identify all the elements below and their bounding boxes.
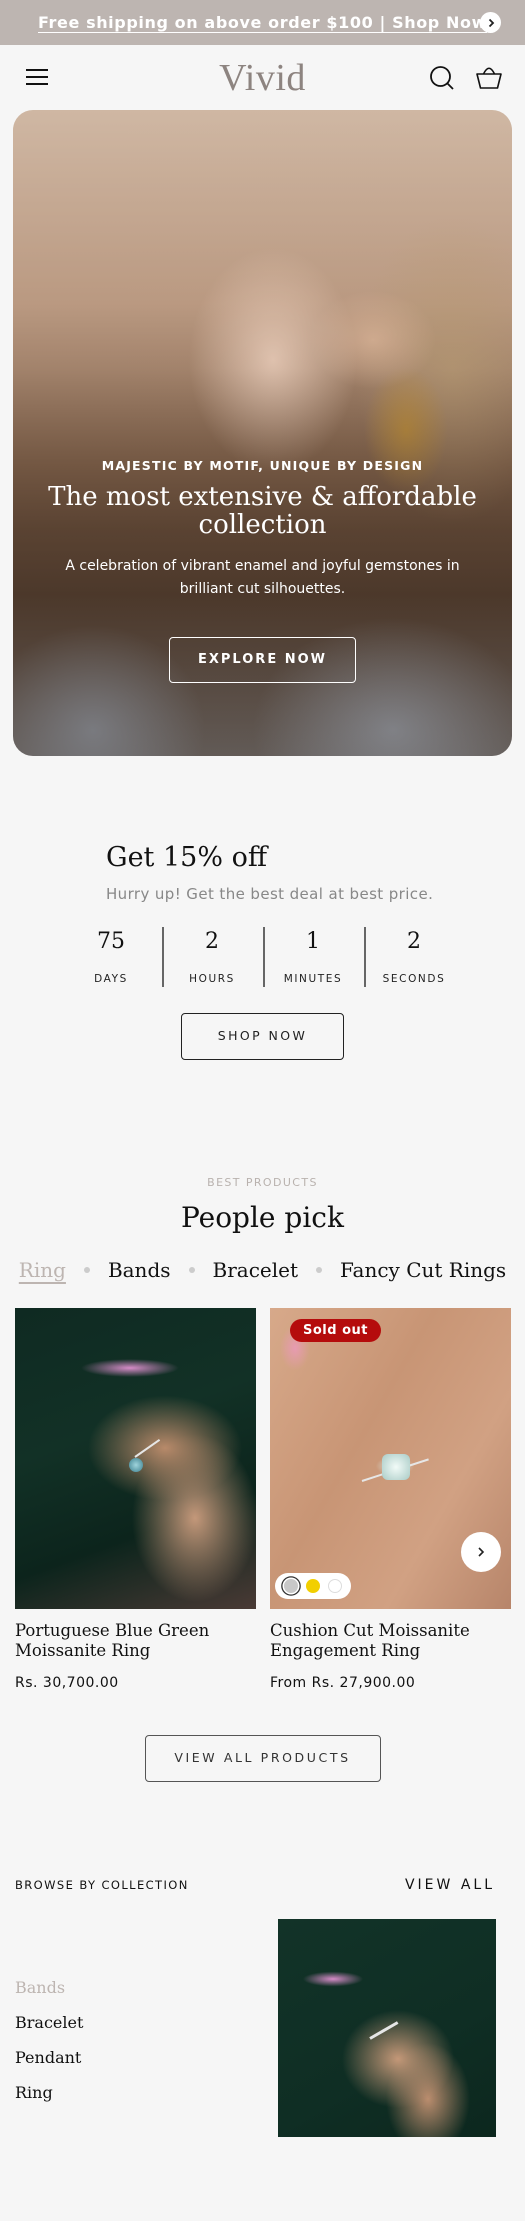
browse-header: BROWSE BY COLLECTION VIEW ALL — [0, 1877, 525, 1893]
ring-gem — [129, 1458, 143, 1472]
color-swatches — [275, 1573, 351, 1599]
collection-item-bands[interactable]: Bands — [15, 1970, 83, 2005]
product-image[interactable]: Sold out — [270, 1308, 511, 1609]
product-price: From Rs. 27,900.00 — [270, 1675, 416, 1691]
collection-item-pendant[interactable]: Pendant — [15, 2040, 83, 2075]
chevron-right-icon — [478, 1547, 485, 1557]
cart-button[interactable] — [475, 63, 503, 96]
announcement-bar: Free shipping on above order $100 | Shop… — [0, 0, 525, 45]
countdown-label: SECONDS — [382, 973, 446, 985]
countdown-value: 1 — [306, 929, 320, 954]
tab-separator — [316, 1267, 323, 1273]
countdown-hours: 2 HOURS — [161, 927, 263, 987]
tab-separator — [188, 1267, 195, 1273]
tab-ring[interactable]: Ring — [19, 1258, 66, 1282]
ring-band — [369, 2021, 399, 2040]
swatch-gold[interactable] — [306, 1579, 320, 1593]
collection-list: Bands Bracelet Pendant Ring — [15, 1970, 83, 2110]
collection-item-ring[interactable]: Ring — [15, 2075, 83, 2110]
product-card[interactable]: Sold out Cushion Cut Moissanite Engageme… — [270, 1308, 511, 1691]
hamburger-icon — [26, 69, 48, 71]
section-title: People pick — [181, 1201, 344, 1234]
tab-fancy-cut-rings[interactable]: Fancy Cut Rings — [340, 1258, 506, 1282]
countdown-timer: 75 DAYS 2 HOURS 1 MINUTES 2 SECONDS — [0, 927, 525, 987]
browse-view-all-link[interactable]: VIEW ALL — [405, 1877, 495, 1893]
swatch-silver[interactable] — [284, 1579, 298, 1593]
hero-title: The most extensive & affordable collecti… — [48, 482, 477, 540]
countdown-label: DAYS — [94, 973, 128, 985]
collection-image[interactable] — [278, 1919, 496, 2137]
hero-banner: MAJESTIC BY MOTIF, UNIQUE BY DESIGN The … — [13, 110, 512, 756]
ring-gem — [382, 1454, 410, 1480]
menu-button[interactable] — [26, 69, 48, 85]
browse-collection-section: BROWSE BY COLLECTION VIEW ALL Bands Brac… — [0, 1877, 525, 2147]
countdown-seconds: 2 SECONDS — [363, 927, 465, 987]
browse-title: BROWSE BY COLLECTION — [15, 1878, 189, 1892]
product-name[interactable]: Cushion Cut Moissanite Engagement Ring — [270, 1621, 511, 1661]
product-image[interactable] — [15, 1308, 256, 1609]
product-name[interactable]: Portuguese Blue Green Moissanite Ring — [15, 1621, 256, 1661]
section-kicker: BEST PRODUCTS — [207, 1176, 318, 1189]
tab-bracelet[interactable]: Bracelet — [213, 1258, 299, 1282]
promo-subtitle: Hurry up! Get the best deal at best pric… — [106, 885, 434, 903]
announcement-next-button[interactable] — [480, 12, 501, 33]
collection-item-bracelet[interactable]: Bracelet — [15, 2005, 83, 2040]
search-button[interactable] — [429, 65, 455, 96]
countdown-days: 75 DAYS — [61, 927, 162, 987]
chevron-right-icon — [488, 18, 494, 27]
ring-band — [134, 1438, 161, 1458]
countdown-minutes: 1 MINUTES — [262, 927, 364, 987]
logo[interactable]: Vivid — [219, 56, 306, 100]
view-all-products-button[interactable]: VIEW ALL PRODUCTS — [144, 1735, 381, 1782]
hero-kicker: MAJESTIC BY MOTIF, UNIQUE BY DESIGN — [101, 458, 424, 473]
site-header: Vivid — [0, 45, 525, 110]
swatch-white[interactable] — [328, 1579, 342, 1593]
best-products-section: BEST PRODUCTS People pick Ring Bands Bra… — [0, 1060, 525, 1282]
countdown-label: MINUTES — [283, 973, 343, 985]
search-icon — [430, 66, 454, 90]
countdown-value: 75 — [97, 929, 125, 954]
hero-description: A celebration of vibrant enamel and joyf… — [65, 558, 460, 597]
hero-content: MAJESTIC BY MOTIF, UNIQUE BY DESIGN The … — [13, 458, 512, 683]
product-price: Rs. 30,700.00 — [15, 1675, 119, 1691]
shop-now-button[interactable]: SHOP NOW — [181, 1013, 344, 1060]
product-grid: Portuguese Blue Green Moissanite Ring Rs… — [15, 1308, 511, 1691]
promo-section: Get 15% off Hurry up! Get the best deal … — [0, 756, 525, 1060]
announcement-link[interactable]: Free shipping on above order $100 | Shop… — [38, 13, 487, 32]
image-next-button[interactable] — [461, 1532, 501, 1572]
countdown-value: 2 — [407, 929, 421, 954]
product-card[interactable]: Portuguese Blue Green Moissanite Ring Rs… — [15, 1308, 256, 1691]
countdown-label: HOURS — [189, 973, 235, 985]
product-tabs: Ring Bands Bracelet Fancy Cut Rings — [0, 1258, 525, 1282]
basket-icon — [476, 67, 502, 89]
promo-title: Get 15% off — [106, 842, 268, 873]
explore-now-button[interactable]: EXPLORE NOW — [169, 637, 356, 683]
tab-bands[interactable]: Bands — [108, 1258, 171, 1282]
tab-separator — [83, 1267, 90, 1273]
sold-out-badge: Sold out — [290, 1319, 381, 1342]
countdown-value: 2 — [205, 929, 219, 954]
